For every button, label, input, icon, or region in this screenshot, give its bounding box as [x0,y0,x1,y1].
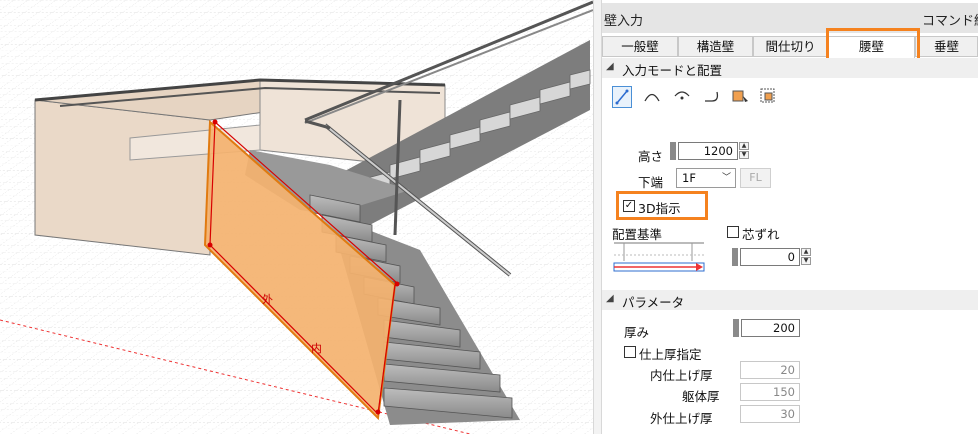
wall-input-panel: 壁入力 コマンド終了 一般壁 構造壁 間仕切り 腰壁 垂壁 ◢ 入力モードと配置… [602,0,978,434]
end-command-button[interactable]: コマンド終了 [922,10,978,29]
section-input-mode-label: 入力モードと配置 [622,63,723,78]
rect-select-icon[interactable] [758,86,778,108]
tab-partition[interactable]: 間仕切り [753,36,828,57]
3d-label: 3D指示 [638,201,681,216]
bottom-select-value: 1F [682,171,696,185]
height-slider[interactable] [670,142,676,160]
fl-button[interactable]: FL [740,168,771,188]
inner-finish-input[interactable]: 20 [740,361,800,379]
thickness-label: 厚み [624,325,650,340]
chevron-down-icon: ﹀ [721,173,731,183]
offset-label: 芯ずれ [742,227,780,242]
body-thickness-label: 躯体厚 [682,389,720,404]
arc-curve-mode-icon[interactable] [702,86,722,108]
inner-finish-label: 内仕上げ厚 [650,368,713,383]
height-spinner[interactable]: ▲ ▼ [739,142,749,160]
panel-titlebar: 壁入力 コマンド終了 [602,3,978,33]
collapse-triangle-icon[interactable]: ◢ [606,61,614,72]
3d-checkbox[interactable]: ✓ [623,200,635,212]
outer-finish-label: 外仕上げ厚 [650,411,713,426]
wall-type-tabs: 一般壁 構造壁 間仕切り 腰壁 垂壁 [602,36,978,58]
outer-finish-input[interactable]: 30 [740,405,800,423]
section-input-mode[interactable]: ◢ 入力モードと配置 [602,58,978,78]
placement-diagram[interactable] [612,241,706,273]
panel-splitter[interactable] [593,0,602,434]
section-parameters[interactable]: ◢ パラメータ [602,290,978,310]
wall-label-inner: 内 [311,341,322,355]
bottom-label: 下端 [638,175,664,190]
thickness-input[interactable]: 200 [741,319,800,337]
tab-hanging-wall[interactable]: 垂壁 [915,36,978,57]
3d-scene[interactable]: 外 内 [0,0,593,434]
wall-label-outer: 外 [262,293,273,306]
finish-label: 仕上厚指定 [639,347,702,362]
body-thickness-input[interactable]: 150 [740,383,800,401]
finish-checkbox[interactable] [624,346,636,358]
offset-slider[interactable] [732,248,738,266]
offset-input[interactable]: 0 [740,248,800,266]
offset-checkbox[interactable] [727,226,739,238]
line-mode-icon[interactable] [612,86,632,108]
height-input[interactable]: 1200 [678,142,738,160]
collapse-triangle-icon[interactable]: ◢ [606,293,614,304]
box-select-icon[interactable] [730,86,750,108]
tab-general-wall[interactable]: 一般壁 [602,36,678,57]
arc-mode-icon[interactable] [642,86,662,108]
tab-structural-wall[interactable]: 構造壁 [678,36,753,57]
height-label: 高さ [638,149,664,164]
offset-spinner[interactable]: ▲ ▼ [801,248,811,266]
panel-title: 壁入力 [604,14,644,29]
tab-parapet-wall[interactable]: 腰壁 [828,36,915,58]
section-parameters-label: パラメータ [622,295,685,310]
3d-viewport[interactable]: 外 内 [0,0,593,434]
bottom-select[interactable]: 1F ﹀ [676,168,736,188]
thickness-slider[interactable] [733,319,739,337]
arc3-mode-icon[interactable] [672,86,692,108]
